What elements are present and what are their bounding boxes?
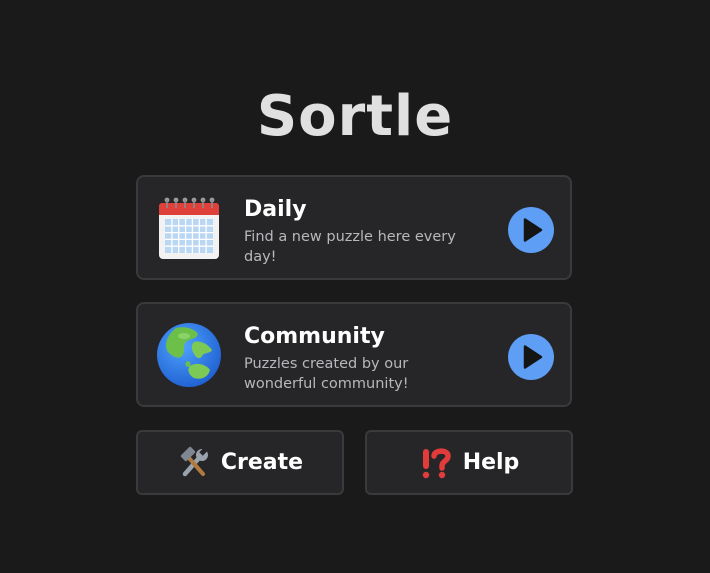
community-play-button[interactable]: [508, 334, 554, 380]
calendar-icon: [159, 197, 219, 259]
daily-description: Find a new puzzle here every day!: [244, 229, 456, 265]
daily-heading: Daily: [244, 197, 307, 222]
community-heading: Community: [244, 324, 385, 349]
globe-icon: [157, 323, 221, 387]
create-label: Create: [220, 450, 304, 475]
daily-mode-card[interactable]: Daily Find a new puzzle here every day!: [136, 175, 572, 280]
play-icon: [523, 218, 543, 242]
sortle-home: Sortle Daily Find a new puzzle here ever…: [0, 0, 710, 573]
help-button[interactable]: Help: [365, 430, 573, 495]
community-description: Puzzles created by our wonderful communi…: [244, 356, 409, 392]
help-label: Help: [462, 450, 520, 475]
exclamation-question-icon: [422, 447, 451, 478]
play-icon: [523, 345, 543, 369]
create-button[interactable]: Create: [136, 430, 344, 495]
app-title: Sortle: [256, 84, 454, 149]
hammer-wrench-icon: [180, 446, 208, 476]
community-mode-card[interactable]: Community Puzzles created by our wonderf…: [136, 302, 572, 407]
daily-play-button[interactable]: [508, 207, 554, 253]
